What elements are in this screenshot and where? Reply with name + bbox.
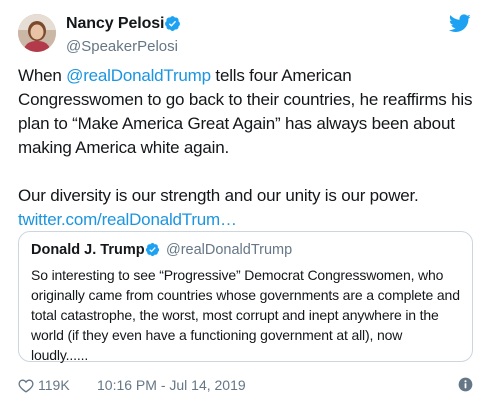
quoted-tweet[interactable]: Donald J. Trump @realDonaldTrump So inte… bbox=[18, 231, 473, 363]
quoted-tweet-link[interactable]: twitter.com/realDonaldTrum… bbox=[18, 210, 237, 229]
quoted-author-name[interactable]: Donald J. Trump bbox=[31, 242, 145, 258]
author-name[interactable]: Nancy Pelosi bbox=[66, 15, 165, 33]
timestamp[interactable]: 10:16 PM - Jul 14, 2019 bbox=[97, 377, 246, 393]
info-icon[interactable] bbox=[458, 377, 473, 392]
tweet-text-intro: When bbox=[18, 66, 67, 85]
avatar[interactable] bbox=[18, 14, 56, 52]
quoted-author-handle[interactable]: @realDonaldTrump bbox=[166, 242, 292, 258]
heart-icon[interactable] bbox=[18, 378, 34, 393]
tweet-footer: 119K 10:16 PM - Jul 14, 2019 bbox=[18, 376, 473, 396]
tweet-text-second: Our diversity is our strength and our un… bbox=[18, 186, 419, 205]
quoted-tweet-text: So interesting to see “Progressive” Demo… bbox=[31, 267, 460, 363]
tweet-paragraph-1: When @realDonaldTrump tells four America… bbox=[18, 64, 473, 160]
tweet-card: Nancy Pelosi @SpeakerPelosi When @realDo… bbox=[0, 0, 487, 407]
tweet-text: When @realDonaldTrump tells four America… bbox=[18, 64, 473, 232]
verified-badge-icon bbox=[165, 16, 180, 31]
twitter-bird-icon[interactable] bbox=[449, 14, 471, 33]
mention-link[interactable]: @realDonaldTrump bbox=[66, 66, 211, 85]
like-count[interactable]: 119K bbox=[38, 377, 70, 393]
quoted-verified-badge-icon bbox=[145, 242, 160, 257]
tweet-paragraph-2: Our diversity is our strength and our un… bbox=[18, 184, 473, 232]
author-handle[interactable]: @SpeakerPelosi bbox=[66, 38, 178, 55]
